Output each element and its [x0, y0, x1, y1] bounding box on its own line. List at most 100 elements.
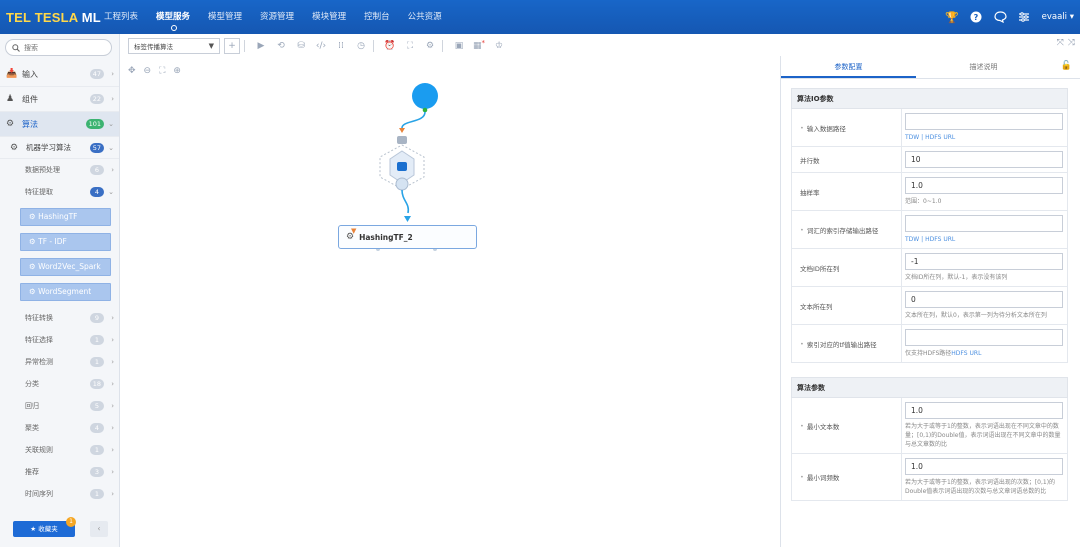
app-logo[interactable]: TEL TESLA ML [0, 10, 101, 25]
gear-icon[interactable]: ⚙ [422, 38, 438, 54]
tree-item[interactable]: 异常检测 1 › [0, 351, 119, 373]
param-link[interactable]: TDW [905, 134, 919, 141]
param-label-text: 抽样率 [800, 188, 820, 197]
param-input[interactable] [905, 402, 1063, 419]
process-node-icon [397, 162, 407, 171]
param-input[interactable] [905, 253, 1063, 270]
history-icon[interactable]: ⟲ [273, 38, 289, 54]
add-button[interactable]: + [224, 38, 240, 54]
user-menu[interactable]: evaali ▾ [1042, 12, 1074, 22]
tab-description[interactable]: 描述说明 [916, 56, 1051, 78]
tree-item[interactable]: 特征选择 1 › [0, 329, 119, 351]
tree-item[interactable]: 特征转换 9 › [0, 307, 119, 329]
hierarchy-icon[interactable]: ⛶ [402, 38, 418, 54]
component-sidebar: 📥 输入 47 › ♟ 组件 22 › ⚙ 算法 101 ⌄ ⚙ 机器学习算法 57 ⌄ 数据预处理 6 › 特征提取… [0, 34, 120, 547]
sidebar-search[interactable] [5, 39, 112, 56]
param-row: •最小文本数若为大于或等于1的整数，表示词语出现在不同文章中的数量；[0,1)的… [791, 398, 1068, 454]
nav-item[interactable]: 公共资源 [399, 0, 451, 34]
param-value-cell: 仅支持HDFS路径HDFS URL [902, 325, 1067, 362]
param-value-cell [902, 147, 1067, 172]
run-icon[interactable]: ▶ [253, 38, 269, 54]
param-hint: 范围：0~1.0 [905, 197, 1063, 206]
param-link[interactable]: TDW [905, 236, 919, 243]
nav-item[interactable]: 模块管理 [303, 0, 355, 34]
param-input[interactable] [905, 215, 1063, 232]
settings-sliders-icon[interactable] [1018, 11, 1031, 24]
nav-item[interactable]: 资源管理 [251, 0, 303, 34]
hashing-tf-node[interactable]: ⚙ ▼ HashingTF_2 [338, 225, 477, 249]
param-label-text: 最小文本数 [806, 422, 840, 431]
monitor-icon[interactable]: ▣ [451, 38, 467, 54]
model-new-icon[interactable]: ▦ * [471, 38, 487, 54]
param-hint: 文档ID所在列，默认-1，表示没有该列 [905, 273, 1063, 282]
parallel-icon[interactable]: ⁞⁞ [333, 38, 349, 54]
nav-item[interactable]: 控制台 [355, 0, 399, 34]
param-link[interactable]: URL [943, 134, 955, 141]
tree-item[interactable]: ⚙ 机器学习算法 57 ⌄ [0, 137, 119, 159]
nav-item[interactable]: 模型管理 [199, 0, 251, 34]
leaf-label: HashingTF [38, 212, 78, 221]
param-input[interactable] [905, 177, 1063, 194]
help-icon[interactable]: ? [970, 11, 983, 24]
tree-item[interactable]: 推荐 3 › [0, 461, 119, 483]
tree-item[interactable]: 分类 18 › [0, 373, 119, 395]
chat-icon[interactable] [994, 11, 1007, 24]
tree-item[interactable]: 聚类 4 › [0, 417, 119, 439]
compress-icon[interactable]: ⤧ [1057, 38, 1064, 48]
tree-item[interactable]: 关联规则 1 › [0, 439, 119, 461]
param-row: 抽样率范围：0~1.0 [791, 173, 1068, 211]
trophy-outline-icon[interactable]: ♔ [491, 38, 507, 54]
algorithm-leaf[interactable]: ⚙ TF - IDF [20, 233, 111, 251]
algorithm-leaf[interactable]: ⚙ HashingTF [20, 208, 111, 226]
clock-icon[interactable]: ◷ [353, 38, 369, 54]
ml-gear-icon: ⚙ [10, 142, 19, 153]
workflow-graph [376, 83, 438, 251]
param-label-text: 最小词频数 [806, 474, 840, 482]
shuffle-icon[interactable]: ⤨ [1068, 38, 1075, 48]
param-link[interactable]: HDFS [951, 350, 967, 357]
param-input[interactable] [905, 291, 1063, 308]
leaf-label: WordSegment [38, 287, 92, 296]
tree-item[interactable]: 数据预处理 6 › [0, 159, 119, 181]
algorithm-leaf[interactable]: ⚙ WordSegment [20, 283, 111, 301]
param-input[interactable] [905, 151, 1063, 168]
param-link[interactable]: URL [943, 236, 955, 243]
algorithm-leaf[interactable]: ⚙ Word2Vec_Spark [20, 258, 111, 276]
tree-item-label: 异常检测 [25, 358, 53, 366]
search-input[interactable] [24, 43, 104, 52]
tab-parameters[interactable]: 参数配置 [781, 56, 916, 78]
trophy-icon[interactable]: 🏆 [945, 11, 959, 24]
param-label: 文档ID所在列 [792, 249, 902, 286]
param-link[interactable]: HDFS [925, 134, 941, 141]
tree-item[interactable]: ⚙ 算法 101 ⌄ [0, 112, 119, 137]
tree-item[interactable]: 特征提取 4 ⌄ [0, 181, 119, 203]
algorithm-select[interactable]: 标签传播算法 ▼ [128, 38, 220, 54]
toolbar-right-tools: ⤧ ⤨ [1057, 38, 1075, 48]
workflow-canvas[interactable]: ✥ ⊖ ⛶ ⊕ ⚙ ▼ HashingTF_2 [122, 58, 778, 547]
count-badge: 6 [90, 165, 104, 175]
process-output-port [395, 177, 409, 191]
param-link[interactable]: URL [970, 350, 982, 357]
param-hint-text: 文本所在列，默认0，表示第一列为待分析文本所在列 [905, 312, 1047, 319]
tree-item[interactable]: ♟ 组件 22 › [0, 87, 119, 112]
param-input[interactable] [905, 458, 1063, 475]
nav-item[interactable]: 工程列表 [95, 0, 147, 34]
chevron-right-icon: › [111, 166, 114, 174]
alarm-icon[interactable]: ⏰ [382, 38, 398, 54]
lock-icon[interactable]: 🔓 [1061, 61, 1072, 71]
nav-item[interactable]: 模型服务 [147, 0, 199, 34]
tree-item[interactable]: 回归 5 › [0, 395, 119, 417]
algo-params-list: •最小文本数若为大于或等于1的整数，表示词语出现在不同文章中的数量；[0,1)的… [781, 398, 1080, 501]
param-input[interactable] [905, 113, 1063, 130]
tree-item[interactable]: 时间序列 1 › [0, 483, 119, 505]
count-badge: 1 [90, 335, 104, 345]
tree-item[interactable]: 📥 输入 47 › [0, 62, 119, 87]
start-node[interactable] [412, 83, 438, 109]
tree-item-label: 机器学习算法 [26, 143, 71, 152]
param-hint: TDW | HDFS URL [905, 133, 1063, 142]
database-icon[interactable]: ⛁ [293, 38, 309, 54]
collapse-sidebar-button[interactable]: ‹ [90, 521, 108, 537]
code-icon[interactable]: ‹/› [313, 38, 329, 54]
param-input[interactable] [905, 329, 1063, 346]
param-link[interactable]: HDFS [925, 236, 941, 243]
